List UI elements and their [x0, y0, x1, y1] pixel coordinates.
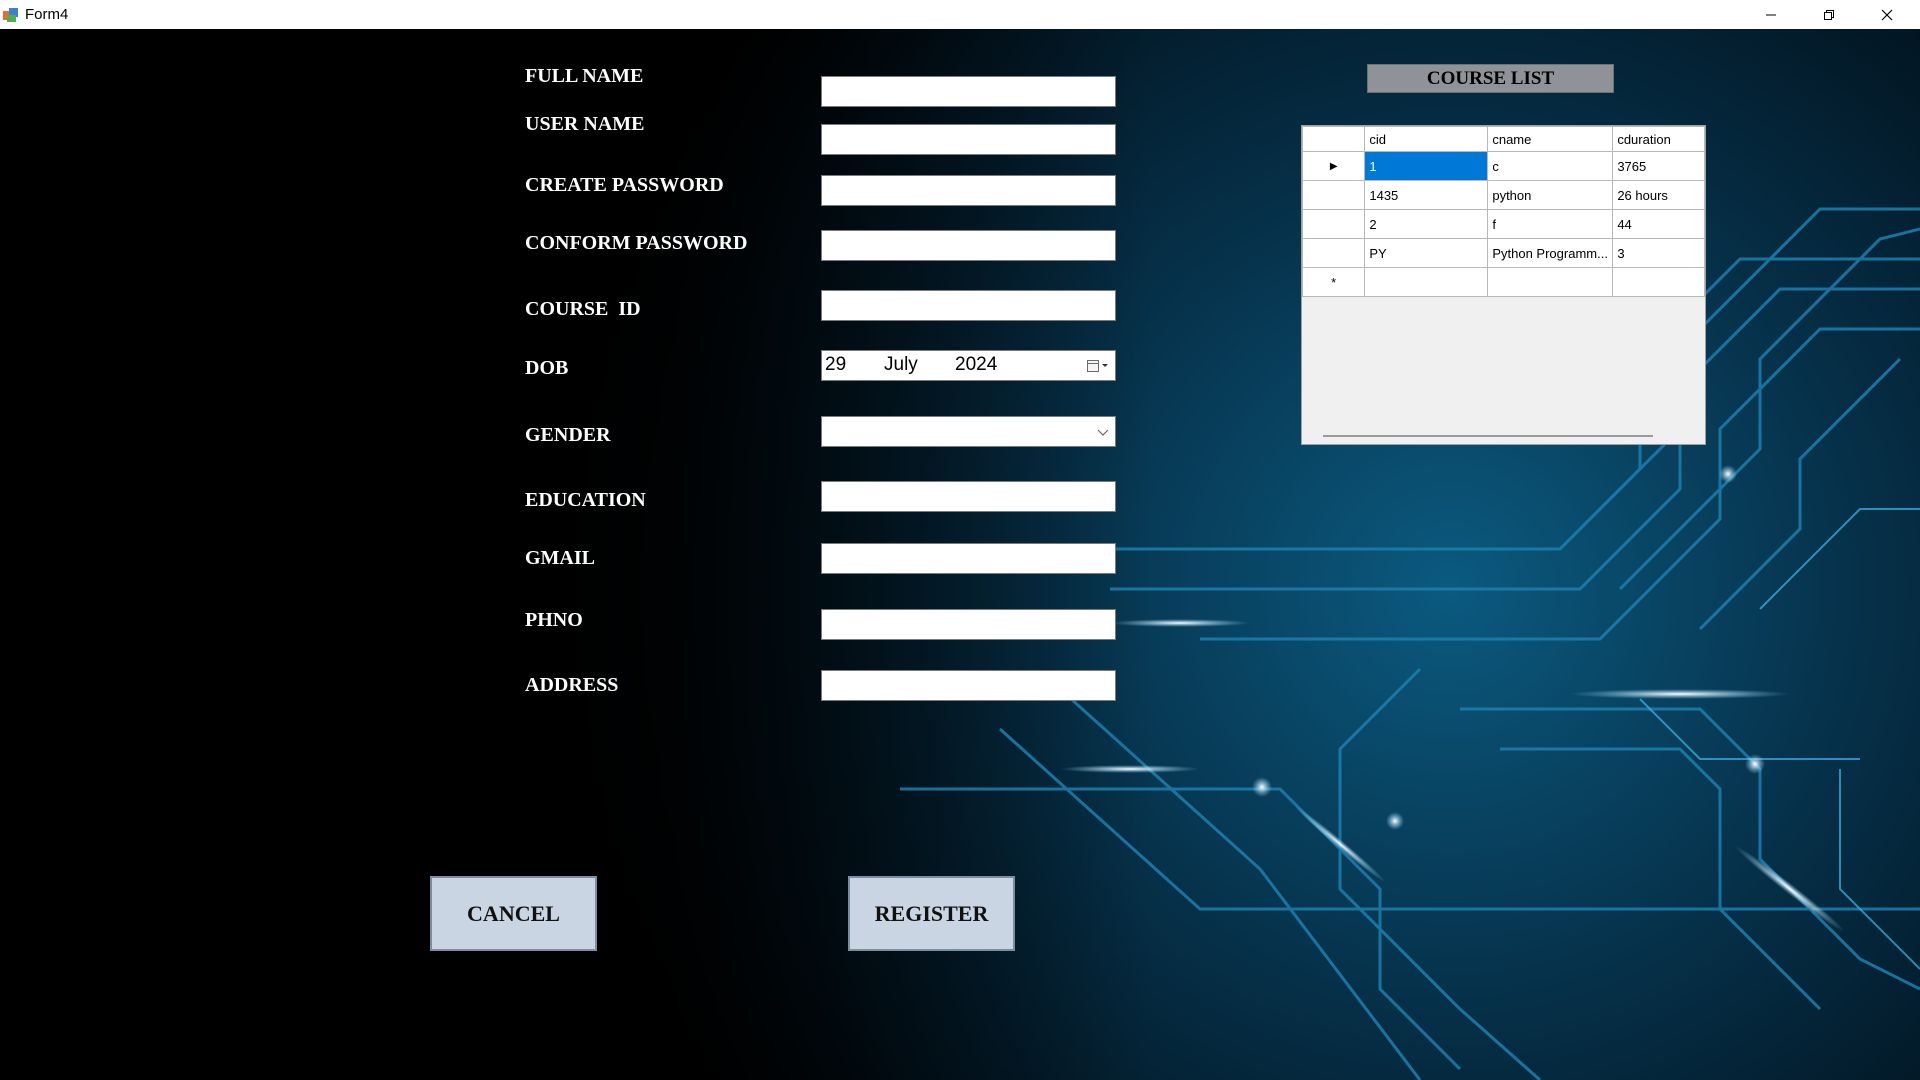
title-bar: Form4 — [0, 0, 1920, 29]
row-header-corner — [1301, 126, 1366, 152]
table-cell[interactable]: Python Programm... — [1487, 238, 1614, 268]
dob-label: DOB — [525, 357, 569, 379]
course-id-label: COURSE ID — [525, 298, 641, 320]
horizontal-scrollbar[interactable] — [1323, 435, 1653, 437]
current-row-indicator: ▶ — [1301, 151, 1366, 181]
phno-input[interactable] — [821, 609, 1116, 640]
table-cell[interactable]: c — [1487, 151, 1614, 181]
gender-label: GENDER — [525, 424, 611, 446]
table-cell[interactable] — [1364, 267, 1489, 297]
table-cell[interactable]: 2 — [1364, 209, 1489, 239]
app-icon — [3, 7, 19, 23]
column-header-cname[interactable]: cname — [1487, 126, 1614, 152]
table-cell[interactable]: 3 — [1612, 238, 1705, 268]
table-cell[interactable]: PY — [1364, 238, 1489, 268]
table-cell[interactable]: 26 hours — [1612, 180, 1705, 210]
course-id-input[interactable] — [821, 290, 1116, 321]
create-password-input[interactable] — [821, 175, 1116, 206]
course-table: cid cname cduration ▶ 1 c 3765 1435 pyth… — [1301, 126, 1705, 297]
minimize-button[interactable] — [1742, 0, 1800, 29]
full-name-input[interactable] — [821, 76, 1116, 107]
register-button[interactable]: REGISTER — [848, 876, 1015, 951]
table-header-row: cid cname cduration — [1301, 126, 1705, 152]
table-row[interactable]: 1435 python 26 hours — [1301, 180, 1705, 210]
column-header-cduration[interactable]: cduration — [1612, 126, 1705, 152]
minimize-icon — [1766, 14, 1776, 15]
user-name-label: USER NAME — [525, 113, 645, 135]
row-header[interactable] — [1301, 180, 1366, 210]
full-name-label: FULL NAME — [525, 65, 644, 87]
table-cell[interactable]: 44 — [1612, 209, 1705, 239]
education-label: EDUCATION — [525, 489, 646, 511]
table-row[interactable]: ▶ 1 c 3765 — [1301, 151, 1705, 181]
gmail-input[interactable] — [821, 543, 1116, 574]
close-button[interactable] — [1858, 0, 1916, 29]
table-cell[interactable]: 3765 — [1612, 151, 1705, 181]
user-name-input[interactable] — [821, 124, 1116, 155]
education-input[interactable] — [821, 481, 1116, 512]
dob-month: July — [884, 354, 918, 375]
dob-day: 29 — [825, 354, 847, 375]
gender-select[interactable] — [821, 416, 1116, 447]
create-password-label: CREATE PASSWORD — [525, 174, 724, 196]
gmail-label: GMAIL — [525, 547, 595, 569]
confirm-password-input[interactable] — [821, 230, 1116, 261]
window-title: Form4 — [25, 6, 69, 23]
address-input[interactable] — [821, 670, 1116, 701]
dob-date-picker[interactable]: 29 July 2024 — [821, 350, 1116, 381]
table-row[interactable]: 2 f 44 — [1301, 209, 1705, 239]
row-header[interactable] — [1301, 238, 1366, 268]
cancel-button[interactable]: CANCEL — [430, 876, 597, 951]
restore-button[interactable] — [1800, 0, 1858, 29]
new-row-indicator: * — [1301, 267, 1366, 297]
course-list-header: COURSE LIST — [1367, 64, 1614, 93]
new-row[interactable]: * — [1301, 267, 1705, 297]
confirm-password-label: CONFORM PASSWORD — [525, 232, 748, 254]
table-cell[interactable]: f — [1487, 209, 1614, 239]
dob-year: 2024 — [955, 354, 998, 375]
restore-icon — [1824, 9, 1834, 20]
table-row[interactable]: PY Python Programm... 3 — [1301, 238, 1705, 268]
calendar-icon[interactable] — [1085, 357, 1111, 375]
table-cell[interactable] — [1612, 267, 1705, 297]
table-cell[interactable] — [1487, 267, 1614, 297]
address-label: ADDRESS — [525, 674, 619, 696]
course-list-grid[interactable]: cid cname cduration ▶ 1 c 3765 1435 pyth… — [1301, 125, 1706, 445]
column-header-cid[interactable]: cid — [1364, 126, 1489, 152]
close-icon — [1881, 9, 1893, 20]
chevron-down-icon — [1093, 423, 1113, 441]
row-header[interactable] — [1301, 209, 1366, 239]
phno-label: PHNO — [525, 609, 583, 631]
table-cell[interactable]: 1435 — [1364, 180, 1489, 210]
table-cell[interactable]: 1 — [1364, 151, 1489, 181]
table-cell[interactable]: python — [1487, 180, 1614, 210]
form-client-area: FULL NAME USER NAME CREATE PASSWORD CONF… — [0, 29, 1920, 1080]
